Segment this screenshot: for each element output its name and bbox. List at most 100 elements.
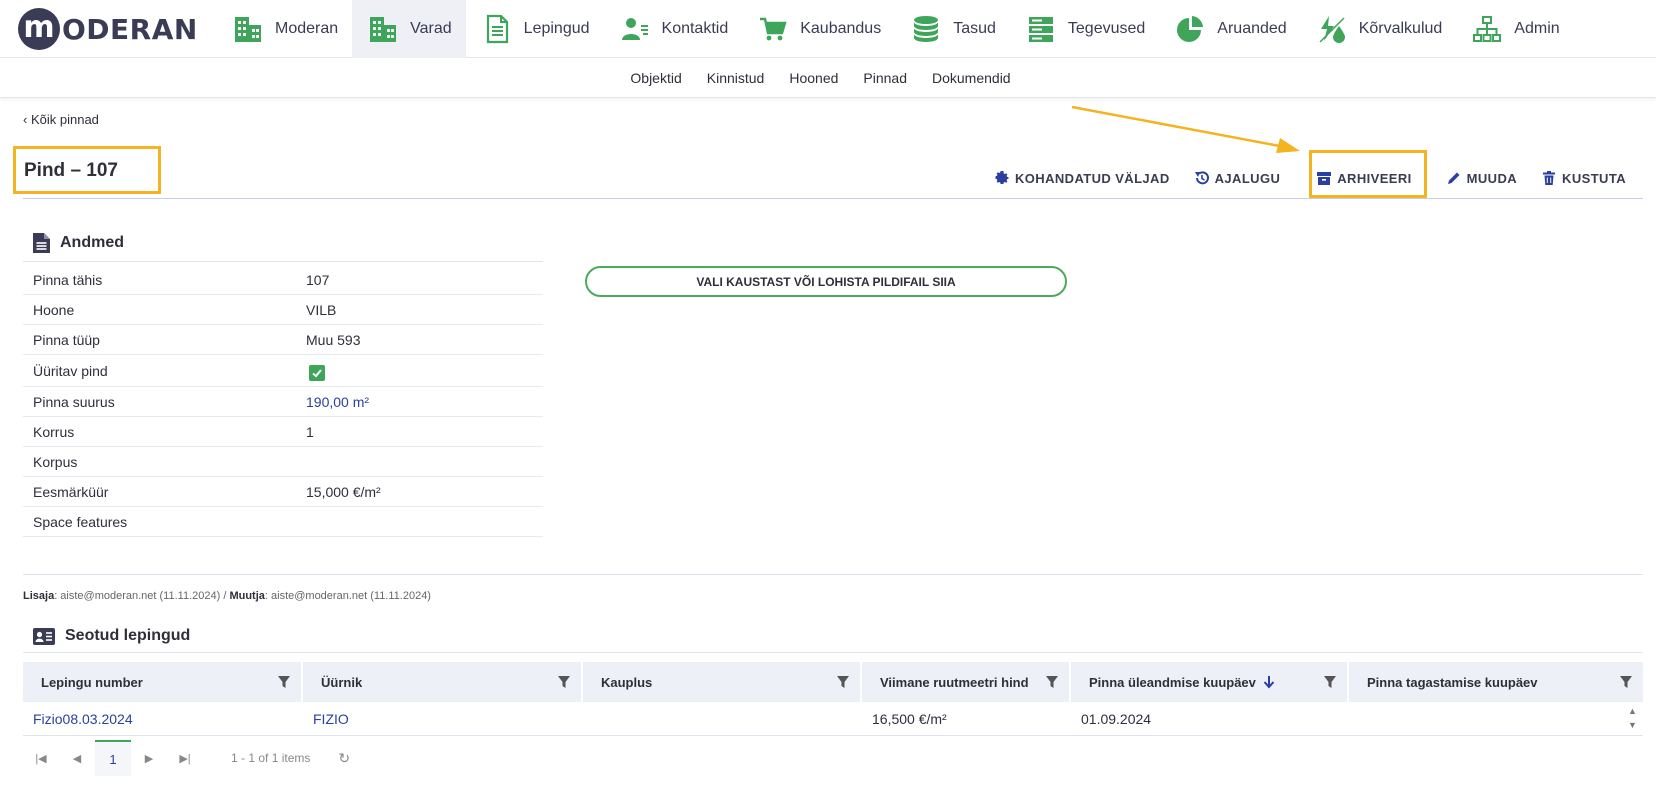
filter-icon[interactable] — [1619, 675, 1633, 689]
property-value: 1 — [306, 423, 314, 440]
filter-icon[interactable] — [836, 675, 850, 689]
property-row: Pinna tüüp Muu 593 — [23, 325, 543, 355]
column-header-handover-date[interactable]: Pinna üleandmise kuupäev — [1071, 662, 1349, 702]
nav-item-lepingud[interactable]: Lepingud — [466, 0, 604, 58]
column-title: Kauplus — [601, 674, 653, 690]
property-row: Space features — [23, 507, 543, 537]
nav-label: Aruanded — [1217, 20, 1287, 37]
property-value[interactable]: 190,00 m² — [306, 394, 369, 410]
column-title-wrap: Pinna üleandmise kuupäev — [1089, 675, 1276, 690]
back-link[interactable]: ‹ Kõik pinnad — [23, 112, 99, 127]
custom-fields-label: KOHANDATUD VÄLJAD — [1015, 170, 1170, 186]
property-row: Pinna suurus 190,00 m² — [23, 387, 543, 417]
property-label: Korpus — [33, 453, 78, 470]
contracts-table-header: Lepingu number Üürnik Kauplus Viimane ru… — [23, 662, 1643, 702]
history-label: AJALUGU — [1214, 170, 1281, 186]
column-header-return-date[interactable]: Pinna tagastamise kuupäev — [1349, 662, 1643, 702]
action-toolbar: KOHANDATUD VÄLJAD AJALUGU ARHIVEERI MUUD… — [982, 168, 1638, 188]
pie-chart-icon — [1175, 14, 1205, 44]
changed-by-value: : aiste@moderan.net (11.11.2024) — [264, 590, 431, 602]
table-scrollbar[interactable]: ▲ ▼ — [1628, 704, 1637, 732]
nav-label: Tasud — [953, 20, 996, 37]
column-header-contract-number[interactable]: Lepingu number — [23, 662, 303, 702]
coins-icon — [911, 14, 941, 44]
property-value: Muu 593 — [306, 331, 361, 348]
nav-label: Admin — [1514, 20, 1560, 37]
main-menu: Moderan Varad Lepingud Kontaktid Kauband… — [217, 0, 1574, 58]
annotation-arrow-icon — [1071, 105, 1300, 153]
nav-item-admin[interactable]: Admin — [1456, 0, 1573, 58]
meta-divider — [23, 574, 1643, 575]
trash-icon — [1543, 171, 1556, 185]
filter-icon[interactable] — [1323, 675, 1337, 689]
contact-icon — [620, 14, 650, 44]
delete-label: KUSTUTA — [1562, 170, 1626, 186]
nav-item-varad[interactable]: Varad — [352, 0, 466, 58]
added-by-value: : aiste@moderan.net (11.11.2024) / — [54, 590, 230, 602]
property-row: Üüritav pind — [23, 355, 543, 387]
column-header-tenant[interactable]: Üürnik — [303, 662, 583, 702]
chevron-left-icon: ‹ — [23, 112, 28, 127]
edit-button[interactable]: MUUDA — [1434, 168, 1529, 188]
back-link-label: Kõik pinnad — [30, 112, 99, 127]
history-icon — [1194, 171, 1209, 185]
property-row: Korpus — [23, 447, 543, 477]
subnav-dokumendid[interactable]: Dokumendid — [932, 70, 1011, 86]
subnav-kinnistud[interactable]: Kinnistud — [707, 70, 765, 86]
subnav-hooned[interactable]: Hooned — [789, 70, 838, 86]
image-upload-button[interactable]: VALI KAUSTAST VÕI LOHISTA PILDIFAIL SIIA — [585, 266, 1067, 297]
subnav-pinnad[interactable]: Pinnad — [863, 70, 907, 86]
contract-number-cell[interactable]: Fizio08.03.2024 — [23, 711, 303, 727]
property-label: Korrus — [33, 423, 75, 440]
logo-text: ODERAN — [62, 12, 198, 46]
sub-navigation: Objektid Kinnistud Hooned Pinnad Dokumen… — [0, 58, 1656, 98]
history-button[interactable]: AJALUGU — [1182, 168, 1293, 188]
nav-item-aruanded[interactable]: Aruanded — [1159, 0, 1300, 58]
nav-item-moderan[interactable]: Moderan — [217, 0, 352, 58]
filter-icon[interactable] — [277, 675, 291, 689]
property-label: Hoone — [33, 301, 75, 318]
next-page-icon[interactable]: ▶ — [131, 752, 167, 765]
column-title: Viimane ruutmeetri hind — [880, 674, 1029, 690]
first-page-icon[interactable]: |◀ — [23, 752, 59, 765]
custom-fields-button[interactable]: KOHANDATUD VÄLJAD — [982, 168, 1182, 188]
subnav-objektid[interactable]: Objektid — [630, 70, 681, 86]
logo[interactable]: m ODERAN — [18, 8, 198, 50]
current-page[interactable]: 1 — [95, 740, 131, 776]
delete-button[interactable]: KUSTUTA — [1529, 168, 1638, 188]
nav-item-kontaktid[interactable]: Kontaktid — [604, 0, 743, 58]
nav-label: Kaubandus — [800, 20, 882, 37]
tenant-cell[interactable]: FIZIO — [303, 711, 583, 727]
prev-page-icon[interactable]: ◀ — [59, 752, 95, 765]
property-label: Pinna tähis — [33, 271, 103, 288]
nav-item-korvalkulud[interactable]: Kõrvalkulud — [1301, 0, 1457, 58]
cart-icon — [758, 14, 788, 44]
scroll-up-icon[interactable]: ▲ — [1628, 704, 1637, 718]
column-header-store[interactable]: Kauplus — [583, 662, 862, 702]
property-value: VILB — [306, 301, 337, 318]
check-icon — [312, 368, 322, 377]
column-header-last-sqm-price[interactable]: Viimane ruutmeetri hind — [862, 662, 1071, 702]
archive-button[interactable]: ARHIVEERI — [1304, 168, 1423, 188]
property-label: Pinna tüüp — [33, 331, 100, 348]
nav-item-kaubandus[interactable]: Kaubandus — [742, 0, 895, 58]
andmed-header: Andmed — [33, 233, 124, 253]
nav-item-tegevused[interactable]: Tegevused — [1010, 0, 1159, 58]
sqm-price-cell: 16,500 €/m² — [872, 711, 947, 727]
last-page-icon[interactable]: ▶| — [167, 752, 203, 765]
property-label: Pinna suurus — [33, 393, 115, 410]
added-by-label: Lisaja — [23, 590, 55, 602]
refresh-icon[interactable]: ↻ — [338, 750, 350, 767]
archive-icon — [1317, 172, 1332, 185]
pager: |◀ ◀ 1 ▶ ▶| 1 - 1 of 1 items ↻ — [23, 740, 350, 776]
server-icon — [1026, 14, 1056, 44]
nav-label: Lepingud — [523, 20, 590, 37]
property-row: Korrus 1 — [23, 417, 543, 447]
filter-icon[interactable] — [1045, 675, 1059, 689]
sitemap-icon — [1472, 14, 1502, 44]
nav-item-tasud[interactable]: Tasud — [895, 0, 1010, 58]
filter-icon[interactable] — [557, 675, 571, 689]
edit-label: MUUDA — [1466, 170, 1518, 186]
scroll-down-icon[interactable]: ▼ — [1628, 718, 1637, 732]
column-title: Pinna üleandmise kuupäev — [1089, 674, 1256, 690]
